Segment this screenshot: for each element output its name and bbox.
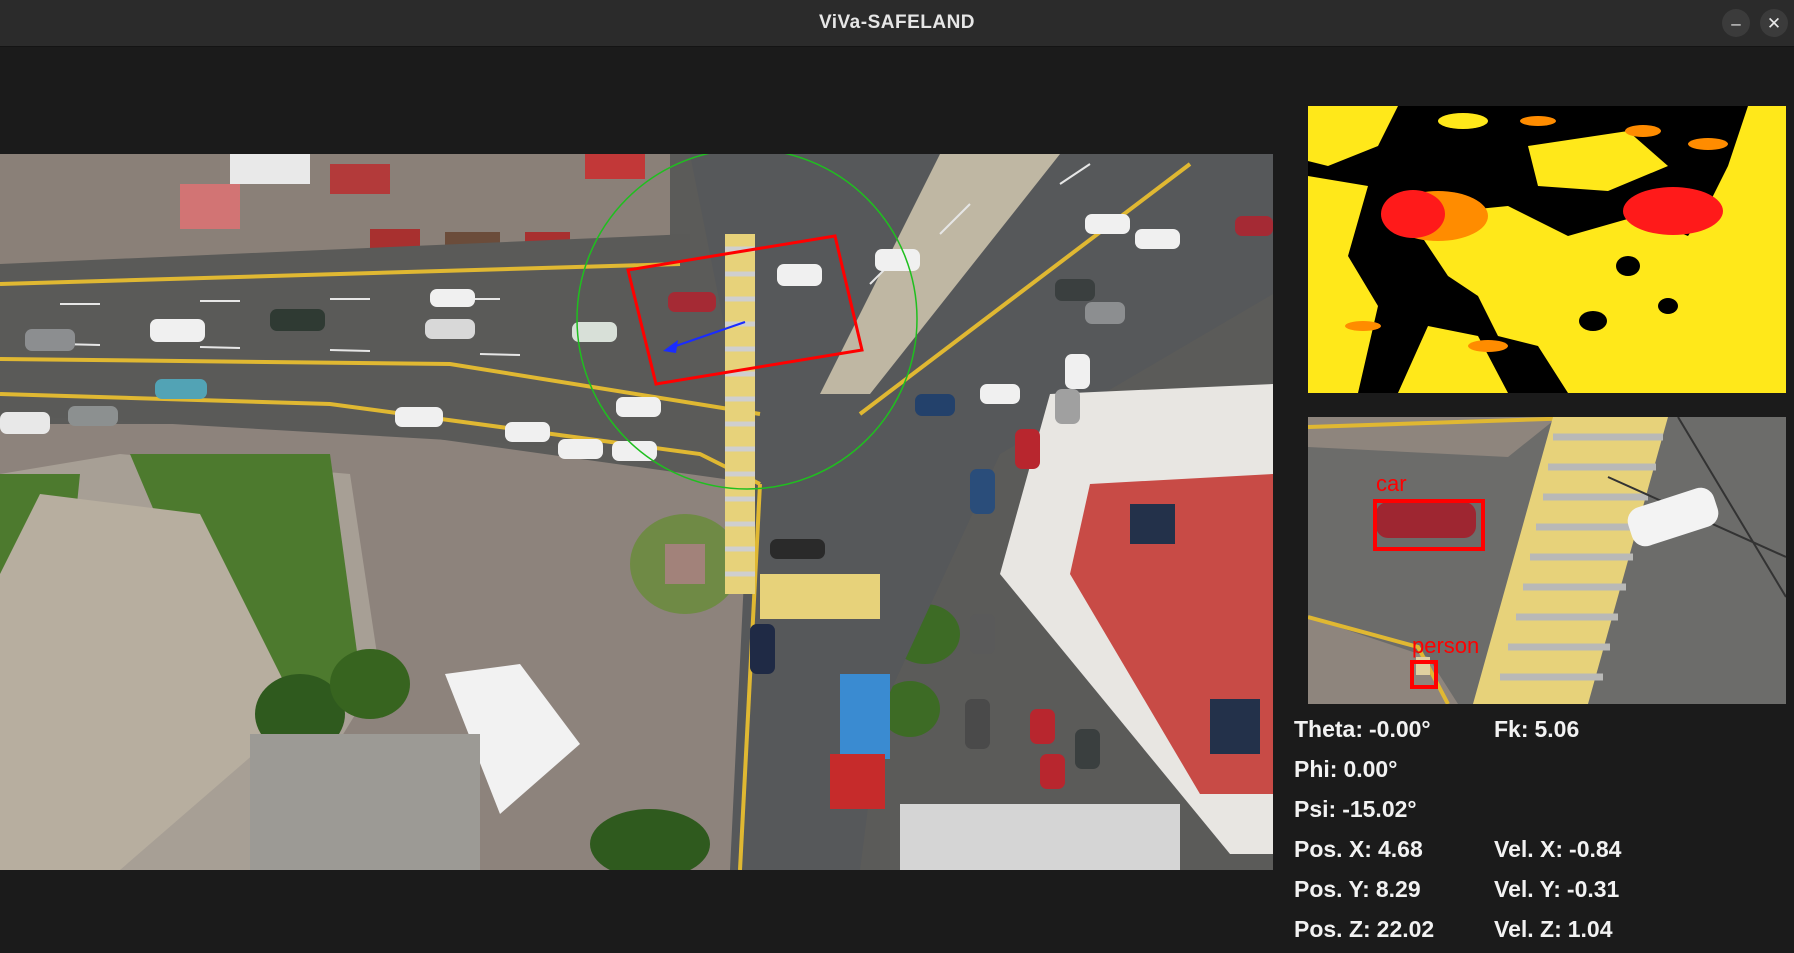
- vel-y-readout: Vel. Y: -0.31: [1494, 876, 1620, 902]
- window-title: ViVa-SAFELAND: [818, 12, 976, 33]
- vel-z-readout: Vel. Z: 1.04: [1494, 916, 1613, 942]
- person-detection-label: person: [1412, 633, 1480, 658]
- close-button[interactable]: ✕: [1760, 9, 1788, 37]
- telemetry-panel: Theta: -0.00° Phi: 0.00° Psi: -15.02° Pos. …: [1294, 716, 1794, 953]
- vel-x-readout: Vel. X: -0.84: [1494, 836, 1622, 862]
- pos-y-readout: Pos. Y: 8.29: [1294, 876, 1421, 902]
- crop-image: [1308, 417, 1786, 704]
- detection-crop-view: car person: [1308, 417, 1786, 704]
- pos-x-readout: Pos. X: 4.68: [1294, 836, 1423, 862]
- minimize-icon: –: [1731, 13, 1741, 33]
- aerial-scene: [0, 154, 1273, 870]
- window-titlebar: ViVa-SAFELAND – ✕: [0, 0, 1794, 47]
- heatmap-image: [1308, 106, 1786, 393]
- car-detection-label: car: [1376, 471, 1407, 496]
- theta-readout: Theta: -0.00°: [1294, 716, 1431, 742]
- depth-heatmap-view: [1308, 106, 1786, 393]
- fk-readout: Fk: 5.06: [1494, 716, 1580, 742]
- close-icon: ✕: [1766, 13, 1782, 33]
- phi-readout: Phi: 0.00°: [1294, 756, 1398, 782]
- psi-readout: Psi: -15.02°: [1294, 796, 1417, 822]
- pos-z-readout: Pos. Z: 22.02: [1294, 916, 1435, 942]
- minimize-button[interactable]: –: [1722, 9, 1750, 37]
- aerial-camera-view[interactable]: [0, 154, 1273, 870]
